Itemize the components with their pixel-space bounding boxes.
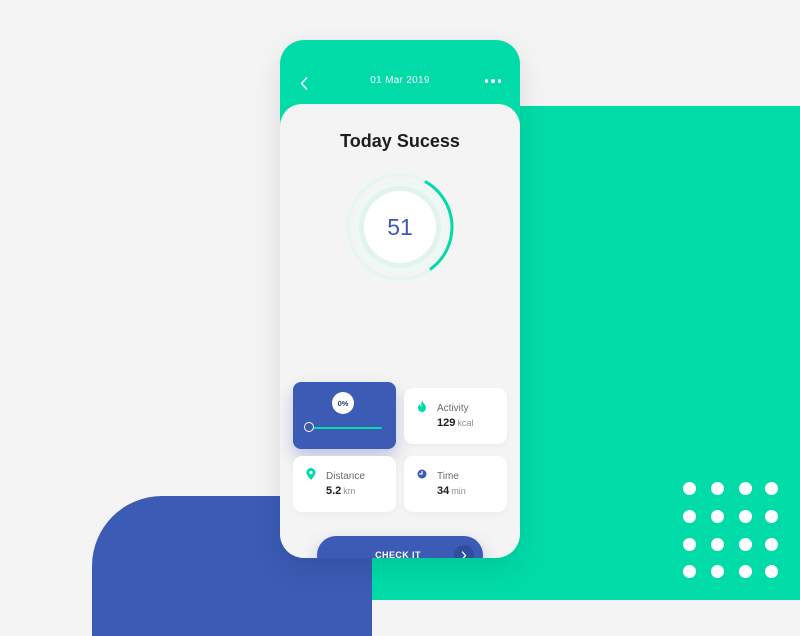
score-value: 51 xyxy=(387,213,413,240)
distance-card[interactable]: Distance 5.2 km xyxy=(293,456,396,512)
distance-label: Distance xyxy=(326,471,365,482)
activity-value: 129 xyxy=(437,417,456,429)
activity-value-line: 129 kcal xyxy=(437,417,473,429)
activity-label: Activity xyxy=(437,403,469,414)
time-card[interactable]: Time 34 min xyxy=(404,456,507,512)
flame-icon xyxy=(418,400,426,412)
progress-card[interactable]: 0% xyxy=(293,382,396,449)
time-unit: min xyxy=(451,486,466,496)
content-sheet: Today Sucess 51 0% Activity 129 kcal Dis… xyxy=(280,104,520,558)
phone-screen: 01 Mar 2019 Today Sucess 51 0% Activity … xyxy=(280,40,520,558)
decorative-dot-grid xyxy=(683,482,783,582)
progress-slider-track[interactable] xyxy=(310,427,382,429)
distance-value-line: 5.2 km xyxy=(326,485,355,497)
time-label: Time xyxy=(437,471,459,482)
more-options-button[interactable] xyxy=(480,72,506,90)
percent-badge: 0% xyxy=(332,392,354,414)
activity-unit: kcal xyxy=(457,418,474,428)
time-value-line: 34 min xyxy=(437,485,466,497)
clock-icon xyxy=(417,469,427,479)
more-horizontal-icon xyxy=(484,79,489,83)
check-it-button[interactable]: CHECK IT xyxy=(317,536,483,558)
chevron-right-icon xyxy=(454,545,474,558)
map-pin-icon xyxy=(306,468,316,480)
time-value: 34 xyxy=(437,485,450,497)
distance-unit: km xyxy=(343,486,356,496)
activity-card[interactable]: Activity 129 kcal xyxy=(404,388,507,444)
distance-value: 5.2 xyxy=(326,485,342,497)
progress-slider-handle[interactable] xyxy=(304,422,314,432)
page-title: Today Sucess xyxy=(340,131,460,151)
